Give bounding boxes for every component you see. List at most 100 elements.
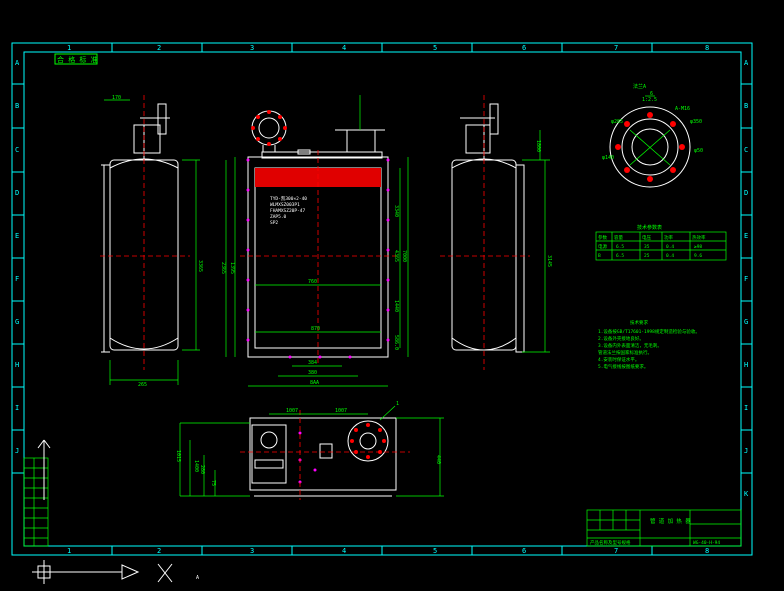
- row-label: E: [744, 232, 748, 240]
- right-view-dim-height: 3145: [546, 255, 552, 267]
- title-block-subtitle: 产品名称及型号规格: [590, 539, 631, 546]
- stamp-label: 合 格 标 准: [57, 55, 98, 64]
- row-label: J: [744, 447, 748, 455]
- col-label: 8: [705, 44, 709, 52]
- ucs-label: A: [196, 575, 199, 581]
- table-cell: 0.4: [666, 253, 674, 259]
- left-view-dim-width: 265: [138, 382, 147, 388]
- table-cell: 35: [644, 244, 650, 250]
- row-label: D: [744, 189, 748, 197]
- row-label: C: [744, 146, 748, 154]
- row-label: E: [15, 232, 19, 240]
- flange-label: φ285: [611, 119, 623, 125]
- col-label: 1: [67, 547, 71, 555]
- title-block-drawing-no: WG-40-H-94: [693, 540, 720, 546]
- row-label: B: [744, 102, 748, 110]
- flange-label: φ50: [694, 148, 703, 154]
- note-line: 1.设备按GB/T17601-1998规定制造检验与验收。: [598, 328, 700, 335]
- note-line: 3.设备内外表面清洁，无毛刺。: [598, 342, 662, 349]
- col-label: 3: [250, 547, 254, 555]
- row-label: G: [15, 318, 19, 326]
- front-dim-height-right-a: 3340: [393, 205, 399, 217]
- table-cell: ≥98: [694, 244, 702, 250]
- col-label: 1: [67, 44, 71, 52]
- col-label: 7: [614, 547, 618, 555]
- front-dim-height-left-a: 2365: [220, 262, 226, 274]
- col-label: 3: [250, 44, 254, 52]
- col-label: 7: [614, 44, 618, 52]
- right-view-dim-top: 1800: [535, 140, 541, 152]
- table-header: 功率: [664, 234, 673, 241]
- row-label: I: [744, 404, 748, 412]
- table-cell: 电源: [598, 243, 607, 250]
- note-line: 4.安装时保证水平。: [598, 356, 639, 363]
- front-dim-height-right-b: 4365: [393, 250, 399, 262]
- flange-label: φ350: [690, 119, 702, 125]
- title-block-title: 管 道 加 热 器: [650, 517, 691, 525]
- col-label: 2: [157, 547, 161, 555]
- table-header: 热效率: [692, 234, 706, 241]
- flange-label: 1:2.5: [642, 97, 657, 103]
- front-dim-bottom-a: 384: [308, 360, 317, 366]
- row-label: D: [15, 189, 19, 197]
- col-label: 4: [342, 547, 346, 555]
- plan-dim-a: 1007: [286, 408, 298, 414]
- canvas-background: [0, 0, 784, 591]
- plan-dim-d: 1400: [193, 460, 199, 472]
- front-dim-height-right-c: 7000: [401, 250, 407, 262]
- col-label: 6: [522, 44, 526, 52]
- nameplate-line: TYD-凯300×2-40: [270, 195, 307, 202]
- col-label: 5: [433, 547, 437, 555]
- col-label: 6: [522, 547, 526, 555]
- plan-callout: 1: [396, 401, 399, 407]
- plan-dim-c: 1015: [175, 450, 181, 462]
- plan-dim-g: 280: [199, 465, 205, 474]
- table-header: 参数: [598, 234, 607, 241]
- left-view-dim-height: 3365: [197, 260, 203, 272]
- flange-detail-title: 法兰A: [633, 83, 646, 90]
- front-dim-mid-width: 870: [311, 326, 320, 332]
- plan-dim-e: 440: [435, 455, 441, 464]
- row-label: F: [15, 275, 19, 283]
- left-view-dim-top: 170: [112, 95, 121, 101]
- nameplate-line: SP2: [270, 220, 278, 226]
- front-dim-bottom-b: 380: [308, 370, 317, 376]
- row-label: I: [15, 404, 19, 412]
- table-cell: 0.4: [666, 244, 674, 250]
- nameplate-line: WLMXSZ003P1: [270, 202, 300, 208]
- flange-label: φ140: [602, 155, 614, 161]
- cad-drawing-canvas[interactable]: 1 2 3 4 5 6 7 8 1 2 3 4 5 6 7 8 A B C D …: [0, 0, 784, 591]
- front-dim-height-left-b: 1395: [229, 262, 235, 274]
- front-dim-inner-width: 760: [308, 279, 317, 285]
- table-title: 技术参数表: [637, 224, 662, 231]
- table-cell: 9.6: [694, 253, 702, 259]
- nameplate-line: FHAMXSZ20P-47: [270, 208, 306, 214]
- col-label: 2: [157, 44, 161, 52]
- flange-label: A-M16: [675, 106, 690, 112]
- front-dim-height-right-d: 1440: [393, 300, 399, 312]
- note-line: 管道法兰按国家标准执行。: [598, 349, 652, 356]
- note-line: 2.设备外壳接地良好。: [598, 335, 644, 342]
- table-cell: 25: [644, 253, 650, 259]
- row-label: J: [15, 447, 19, 455]
- col-label: 4: [342, 44, 346, 52]
- row-label: G: [744, 318, 748, 326]
- plan-dim-b: 1007: [335, 408, 347, 414]
- row-label: B: [15, 102, 19, 110]
- front-dim-height-right-e: 586.0: [393, 335, 399, 350]
- table-cell: 6.5: [616, 244, 624, 250]
- table-cell: 6.5: [616, 253, 624, 259]
- row-label: C: [15, 146, 19, 154]
- note-line: 5.电气接线按图纸要求。: [598, 363, 648, 370]
- approval-stamp: 合 格 标 准: [54, 53, 98, 65]
- row-label: F: [744, 275, 748, 283]
- row-label: H: [744, 361, 748, 369]
- row-label: H: [15, 361, 19, 369]
- plan-dim-f: 75: [210, 480, 216, 486]
- front-dim-total-width: 8AA: [310, 380, 319, 386]
- nameplate-line: ZAP5.0: [270, 214, 287, 220]
- table-header: 容量: [614, 234, 623, 241]
- notes-title: 技术要求: [630, 319, 648, 326]
- col-label: 8: [705, 547, 709, 555]
- col-label: 5: [433, 44, 437, 52]
